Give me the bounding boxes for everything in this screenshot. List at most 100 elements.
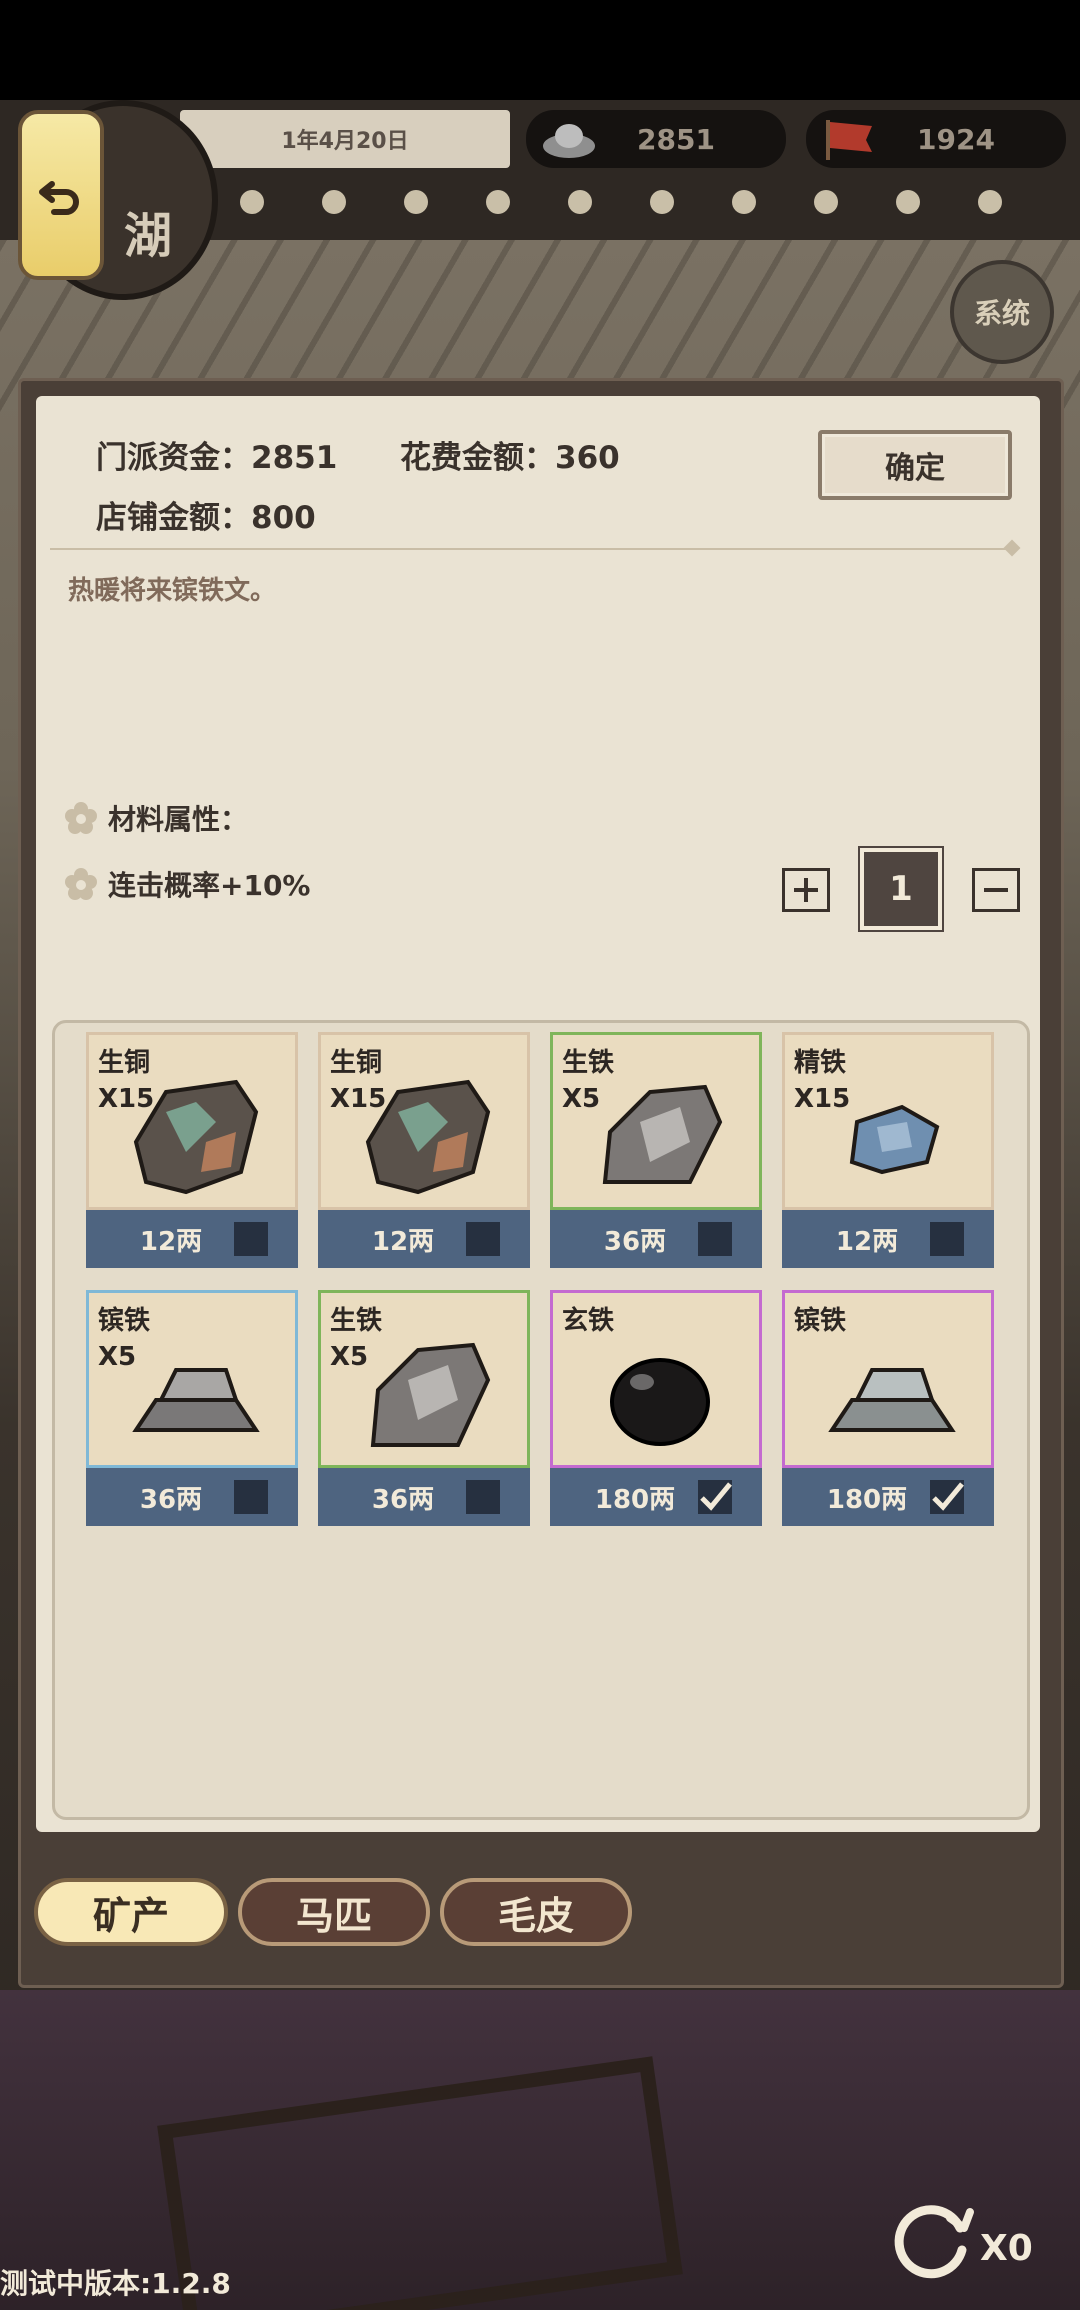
banner-flag-icon [826, 120, 872, 160]
price-bar: 12两 [318, 1210, 530, 1268]
item-name: 镔铁 [98, 1306, 151, 1336]
checkmark-icon [932, 1482, 964, 1511]
raw-iron-ore-icon [602, 1084, 723, 1184]
decrease-button[interactable] [972, 868, 1020, 912]
reputation-counter: 1924 [806, 110, 1066, 168]
select-checkbox[interactable] [698, 1222, 732, 1256]
item-name: 生铁 [562, 1048, 615, 1078]
tab-minerals[interactable]: 矿产 [34, 1878, 228, 1946]
item-price: 12两 [139, 1226, 203, 1257]
dot [978, 190, 1002, 214]
select-checkbox[interactable] [466, 1480, 500, 1514]
item-price: 36两 [371, 1484, 435, 1515]
refresh-icon[interactable] [880, 2188, 980, 2288]
item-price: 180两 [826, 1484, 908, 1515]
cost-value: 360 [555, 440, 620, 476]
progress-dots [240, 190, 1080, 220]
plus-icon [794, 878, 818, 902]
item-name: 生铜 [98, 1048, 151, 1078]
item-price: 12两 [371, 1226, 435, 1257]
item-card[interactable]: 生铁 X5 36两 [318, 1290, 530, 1526]
item-card[interactable]: 玄铁 180两 [550, 1290, 762, 1526]
checkmark-icon [700, 1482, 732, 1511]
dark-iron-icon [610, 1358, 710, 1446]
dot [896, 190, 920, 214]
select-checkbox[interactable] [930, 1222, 964, 1256]
system-button[interactable]: 系统 [950, 260, 1054, 364]
item-card[interactable]: 镔铁 X5 36两 [86, 1290, 298, 1526]
silver-counter: 2851 [526, 110, 786, 168]
attribute-value: 连击概率+10% [108, 869, 311, 902]
confirm-button[interactable]: 确定 [818, 430, 1012, 500]
shop-amount-label: 店铺金额： [96, 500, 251, 536]
dot [650, 190, 674, 214]
tab-furs[interactable]: 毛皮 [440, 1878, 632, 1946]
dot [486, 190, 510, 214]
item-card[interactable]: 精铁 X15 12两 [782, 1032, 994, 1268]
price-bar: 36两 [86, 1468, 298, 1526]
item-card[interactable]: 镔铁 180两 [782, 1290, 994, 1526]
item-price: 12两 [835, 1226, 899, 1257]
item-price: 36两 [603, 1226, 667, 1257]
item-count: X15 [794, 1084, 851, 1114]
select-checkbox[interactable] [930, 1480, 964, 1514]
cost-row: 花费金额：360 [400, 432, 620, 477]
raw-iron-ore-icon [370, 1342, 491, 1447]
divider [50, 548, 1016, 550]
shop-amount-value: 800 [251, 500, 316, 536]
dot [568, 190, 592, 214]
emblem-text: 湖 [124, 208, 173, 264]
attribute-title: 材料属性： [108, 803, 249, 836]
item-count: X15 [330, 1084, 387, 1114]
price-bar: 36两 [318, 1468, 530, 1526]
dot [814, 190, 838, 214]
item-name: 玄铁 [562, 1306, 615, 1336]
sect-funds-row: 门派资金：2851 [96, 432, 337, 477]
item-count: X5 [330, 1342, 369, 1372]
increase-button[interactable] [782, 868, 830, 912]
item-name: 生铁 [330, 1306, 383, 1336]
back-button[interactable] [18, 110, 104, 280]
price-bar: 12两 [86, 1210, 298, 1268]
item-name: 精铁 [794, 1048, 847, 1078]
quantity-display: 1 [860, 848, 942, 930]
date-display: 1年4月20日 [180, 110, 510, 168]
item-description: 热暖将来镔铁文。 [68, 576, 277, 606]
sect-funds-value: 2851 [251, 440, 338, 476]
item-count: X15 [98, 1084, 155, 1114]
refresh-count: X0 [980, 2228, 1033, 2269]
shop-amount-row: 店铺金额：800 [96, 492, 316, 537]
price-bar: 180两 [550, 1468, 762, 1526]
select-checkbox[interactable] [698, 1480, 732, 1514]
dot [404, 190, 428, 214]
wootz-steel-ingot-icon [132, 1368, 260, 1432]
cost-label: 花费金额： [400, 440, 555, 476]
select-checkbox[interactable] [234, 1222, 268, 1256]
dot [240, 190, 264, 214]
item-price: 36两 [139, 1484, 203, 1515]
attribute-title-row: 材料属性： [64, 798, 248, 838]
version-label: 测试中版本:1.2.8 [0, 2267, 231, 2300]
select-checkbox[interactable] [234, 1480, 268, 1514]
dot [732, 190, 756, 214]
sect-funds-label: 门派资金： [96, 440, 251, 476]
item-name: 生铜 [330, 1048, 383, 1078]
back-area: 湖 [8, 100, 218, 310]
minus-icon [984, 888, 1008, 892]
item-name: 镔铁 [794, 1306, 847, 1336]
item-count: X5 [562, 1084, 601, 1114]
price-bar: 180两 [782, 1468, 994, 1526]
attribute-value-row: 连击概率+10% [64, 864, 310, 904]
select-checkbox[interactable] [466, 1222, 500, 1256]
item-count: X5 [98, 1342, 137, 1372]
tab-horses[interactable]: 马匹 [238, 1878, 430, 1946]
wootz-steel-ingot-icon [828, 1368, 956, 1432]
item-card[interactable]: 生铜 X15 12两 [318, 1032, 530, 1268]
item-card[interactable]: 生铜 X15 12两 [86, 1032, 298, 1268]
price-bar: 36两 [550, 1210, 762, 1268]
flower-icon [65, 802, 97, 834]
reputation-value: 1924 [917, 122, 995, 156]
price-bar: 12两 [782, 1210, 994, 1268]
item-card[interactable]: 生铁 X5 36两 [550, 1032, 762, 1268]
dot [322, 190, 346, 214]
